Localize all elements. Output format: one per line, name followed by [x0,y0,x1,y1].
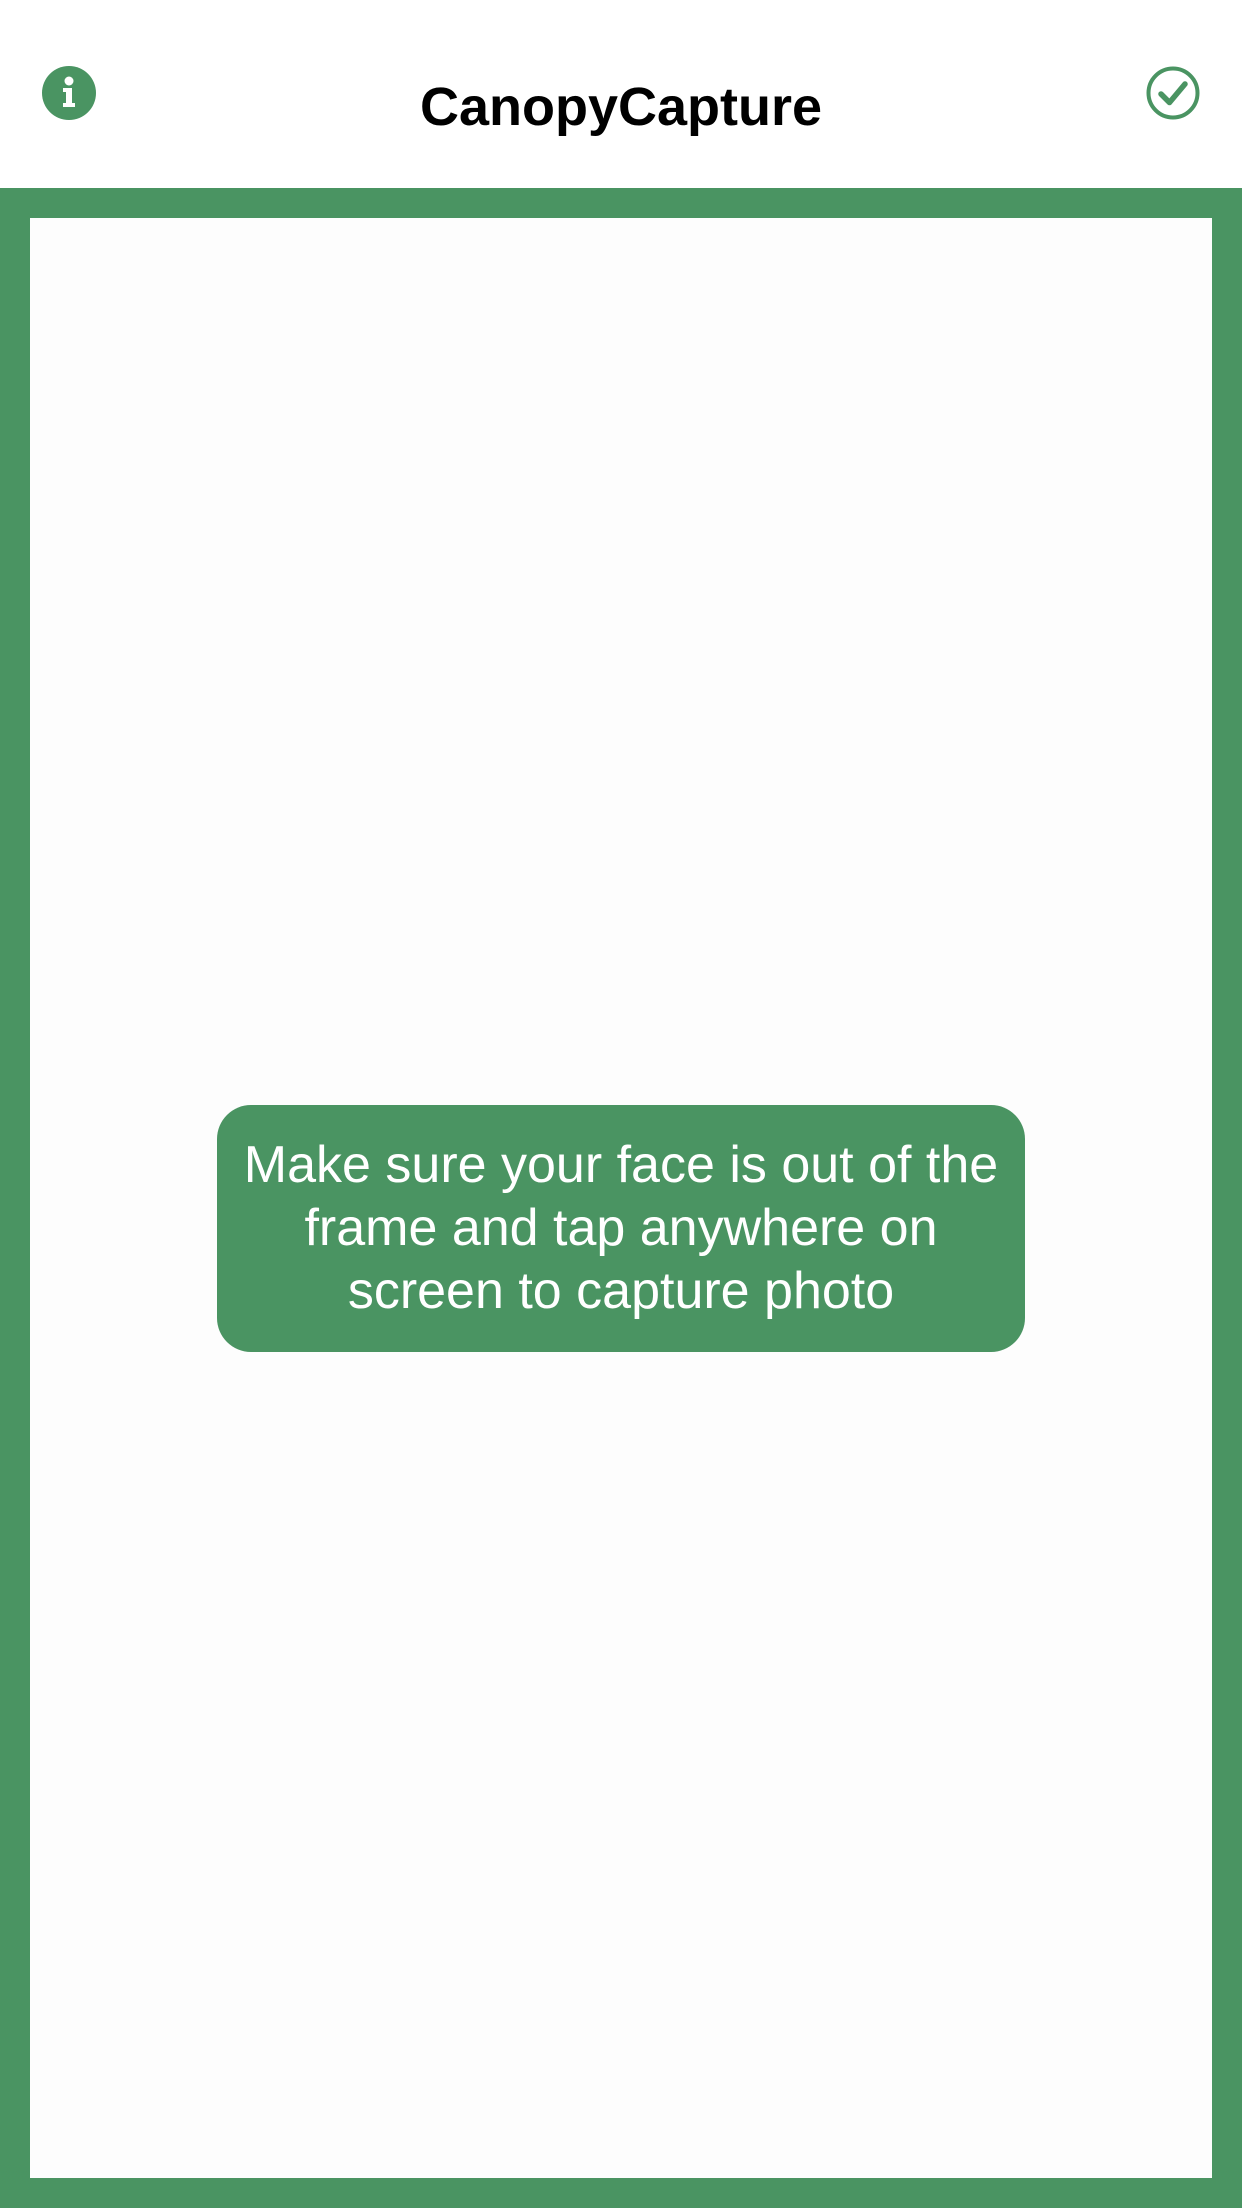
check-circle-icon [1146,66,1200,120]
capture-hint-text: Make sure your face is out of the frame … [243,1136,999,1320]
app-title: CanopyCapture [419,77,823,137]
app-header: CanopyCapture [0,0,1242,188]
done-button[interactable] [1146,66,1200,120]
capture-hint-banner: Make sure your face is out of the frame … [217,1105,1025,1352]
